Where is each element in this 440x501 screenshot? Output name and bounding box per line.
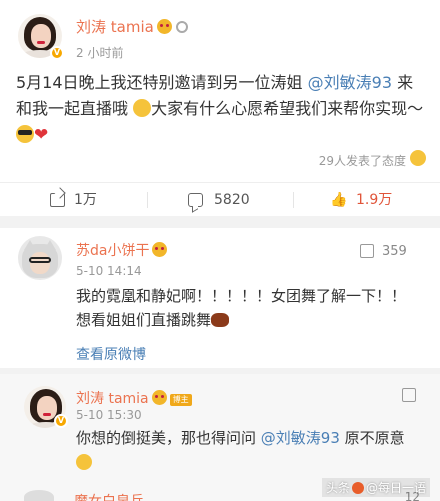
verified-badge-icon: V (54, 414, 68, 428)
commenter-avatar[interactable] (18, 236, 62, 280)
heart-emoji-icon: ❤ (34, 125, 49, 145)
comment-like-button[interactable]: 359 (360, 242, 420, 262)
member-emoji-icon (151, 390, 167, 405)
thumbs-up-icon (360, 244, 374, 258)
reply-author-name[interactable]: 刘涛 tamia 博主 (76, 388, 192, 408)
comment-time: 5-10 14:14 (76, 264, 142, 278)
reply-item: V 刘涛 tamia 博主 5-10 15:30 你想的倒挺美，那也得问问 @刘敏… (0, 374, 440, 501)
watermark: 头条 @每日一语 (321, 478, 430, 497)
watermark-logo-icon (351, 482, 364, 494)
reply-text: 你想的倒挺美，那也得问问 @刘敏涛93 原不原意 (76, 426, 416, 474)
member-emoji-icon (156, 19, 172, 34)
thumbs-up-icon: 👍 (330, 192, 348, 208)
share-button[interactable]: 1万 (50, 183, 130, 217)
action-bar: 1万 5820 👍 1.9万 (0, 182, 440, 216)
ring-icon (175, 21, 188, 33)
section-gap (0, 216, 440, 228)
verified-badge-icon: V (50, 46, 64, 60)
post-time: 2 小时前 (76, 46, 124, 60)
mention-link[interactable]: @刘敏涛93 (261, 429, 340, 447)
divider (147, 192, 148, 208)
commenter-name[interactable]: 苏da小饼干 (76, 240, 168, 260)
next-commenter-name[interactable]: 魔女白泉兵 (74, 491, 144, 501)
post-content: 5月14日晚上我还特别邀请到另一位涛姐 @刘敏涛93 来和我一起直播哦 大家有什… (16, 73, 424, 145)
next-commenter-avatar[interactable] (24, 490, 54, 501)
reply-like-button[interactable] (400, 386, 420, 406)
comment-item: 苏da小饼干 5-10 14:14 359 我的霓凰和静妃啊！！！！！女团舞了解… (0, 228, 440, 368)
like-button[interactable]: 👍 1.9万 (330, 183, 420, 217)
reaction-emoji-icon (410, 150, 426, 166)
author-name[interactable]: 刘涛 tamia (76, 16, 188, 37)
view-original-link[interactable]: 查看原微博 (76, 344, 146, 364)
grin-emoji-icon (133, 99, 152, 117)
divider (293, 192, 294, 208)
weibo-post: V 刘涛 tamia 2 小时前 5月14日晚上我还特别邀请到另一位涛姐 @刘敏… (0, 0, 440, 216)
author-badge: 博主 (169, 394, 192, 406)
sunglasses-emoji-icon (16, 125, 34, 143)
share-icon (50, 193, 65, 207)
dancing-emoji-icon (211, 313, 230, 327)
mention-link[interactable]: @刘敏涛93 (308, 73, 392, 92)
reply-time: 5-10 15:30 (76, 408, 142, 422)
reactions-summary[interactable]: 29人发表了态度 (319, 152, 406, 169)
comment-button[interactable]: 5820 (188, 183, 278, 217)
thumbs-up-icon (402, 388, 416, 402)
comment-icon (188, 193, 203, 207)
laughing-emoji-icon (76, 454, 92, 470)
comment-text: 我的霓凰和静妃啊！！！！！女团舞了解一下！！想看姐姐们直播跳舞 (76, 287, 407, 329)
member-emoji-icon (152, 242, 168, 257)
